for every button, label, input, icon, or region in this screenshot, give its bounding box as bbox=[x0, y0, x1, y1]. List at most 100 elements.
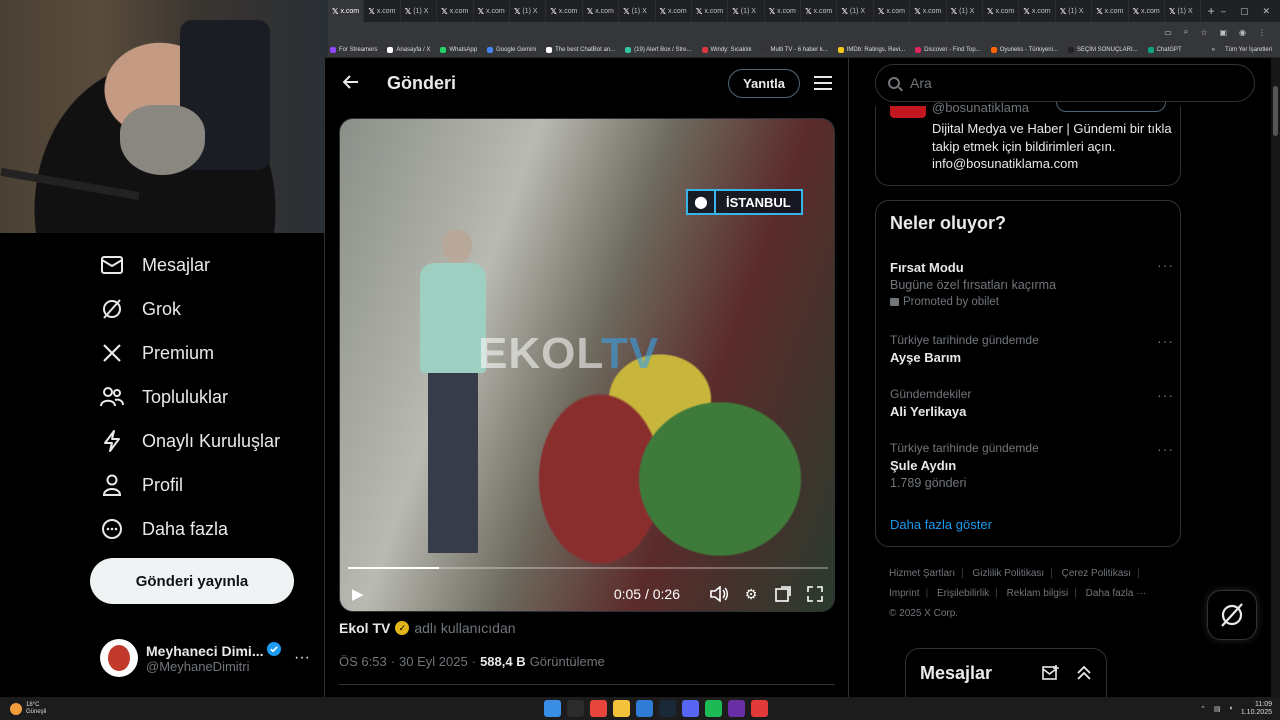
browser-tab[interactable]: 𝕏 (1) X bbox=[510, 0, 547, 22]
nav-item-communities[interactable]: Topluluklar bbox=[100, 385, 228, 409]
browser-tab[interactable]: 𝕏x.com bbox=[364, 0, 401, 22]
bookmark-item[interactable]: Google Gemini bbox=[487, 46, 536, 53]
chrome-icon[interactable] bbox=[590, 700, 607, 717]
bookmark-item[interactable]: SEÇİM SONUÇLARI... bbox=[1067, 46, 1138, 53]
follow-button[interactable] bbox=[1056, 102, 1166, 112]
browser-tab[interactable]: 𝕏 (1) X bbox=[947, 0, 984, 22]
browser-tab[interactable]: 𝕏x.com bbox=[765, 0, 802, 22]
fullscreen-icon[interactable] bbox=[806, 585, 824, 603]
footer-link[interactable]: Imprint bbox=[889, 588, 920, 599]
all-bookmarks-folder[interactable]: Tüm Yer İşaretleri bbox=[1225, 47, 1272, 53]
bookmark-item[interactable]: (19) Alert Box / Stre... bbox=[625, 46, 692, 53]
volume-tray-icon[interactable]: ◖ bbox=[1229, 705, 1233, 712]
browser-tab[interactable]: 𝕏x.com bbox=[1092, 0, 1129, 22]
browser-tab[interactable]: 𝕏 (1) X bbox=[619, 0, 656, 22]
browser-tab[interactable]: 𝕏x.com bbox=[1129, 0, 1165, 22]
browser-tab[interactable]: 𝕏x.com bbox=[874, 0, 911, 22]
app-icon-3[interactable] bbox=[751, 700, 768, 717]
browser-tab[interactable]: 𝕏x.com bbox=[692, 0, 729, 22]
file-explorer-icon[interactable] bbox=[613, 700, 630, 717]
trend-more-icon[interactable]: ··· bbox=[1157, 441, 1174, 457]
back-arrow-icon[interactable] bbox=[342, 73, 373, 94]
browser-tab[interactable]: 𝕏x.com bbox=[983, 0, 1020, 22]
messages-drawer[interactable]: Mesajlar bbox=[905, 648, 1107, 697]
nav-item-grok[interactable]: Grok bbox=[100, 297, 181, 321]
new-message-icon[interactable] bbox=[1042, 664, 1060, 683]
minimize-icon[interactable]: – bbox=[1221, 6, 1226, 17]
nav-item-messages[interactable]: Mesajlar bbox=[100, 253, 210, 277]
nav-item-profile[interactable]: Profil bbox=[100, 473, 183, 497]
browser-tab[interactable]: 𝕏x.com bbox=[910, 0, 947, 22]
bookmark-star-icon[interactable]: ☆ bbox=[1200, 28, 1207, 37]
bookmark-item[interactable]: Windy: Sıcaklık bbox=[701, 46, 752, 53]
browser-tab[interactable]: 𝕏 (1) X bbox=[1056, 0, 1093, 22]
browser-tab[interactable]: 𝕏x.com bbox=[801, 0, 838, 22]
browser-tab[interactable]: 𝕏x.com bbox=[474, 0, 510, 22]
footer-link[interactable]: Gizlilik Politikası bbox=[973, 568, 1045, 579]
post-button[interactable]: Gönderi yayınla bbox=[90, 558, 294, 604]
system-clock[interactable]: 11:09 1.10.2025 bbox=[1241, 701, 1272, 717]
search-icon[interactable] bbox=[567, 700, 584, 717]
trend-item[interactable]: Gündemdekiler Ali Yerlikaya ··· bbox=[890, 387, 1173, 419]
trend-more-icon[interactable]: ··· bbox=[1157, 387, 1174, 403]
browser-tab[interactable]: 𝕏x.com bbox=[437, 0, 474, 22]
source-account-link[interactable]: Ekol TV bbox=[339, 620, 390, 636]
page-scrollbar[interactable] bbox=[1271, 58, 1280, 697]
browser-tab[interactable]: 𝕏 (1) X bbox=[401, 0, 438, 22]
video-progress-bar[interactable] bbox=[348, 567, 828, 569]
picture-in-picture-icon[interactable] bbox=[774, 585, 792, 603]
browser-tab[interactable]: 𝕏 (1) X bbox=[1165, 0, 1202, 22]
bookmark-item[interactable]: ChatGPT bbox=[1147, 46, 1182, 53]
footer-link[interactable]: Erişilebilirlik bbox=[937, 588, 989, 599]
new-tab-button[interactable]: + bbox=[1201, 4, 1221, 18]
weather-widget[interactable]: 18°C Güneşli bbox=[0, 702, 46, 716]
bookmark-item[interactable]: Discover - Find Top... bbox=[915, 46, 981, 53]
bookmark-item[interactable]: Oyuneks - Türkiyeni... bbox=[990, 46, 1058, 53]
nav-item-more[interactable]: Daha fazla bbox=[100, 517, 228, 541]
cast-icon[interactable]: ▭ bbox=[1164, 28, 1172, 37]
browser-tab[interactable]: 𝕏x.com bbox=[546, 0, 583, 22]
post-time[interactable]: ÖS 6:53 bbox=[339, 654, 387, 669]
bookmark-item[interactable]: IMDb: Ratings, Revi... bbox=[837, 46, 905, 53]
browser-tab[interactable]: 𝕏x.com bbox=[583, 0, 620, 22]
browser-tab[interactable]: 𝕏x.com bbox=[1019, 0, 1056, 22]
play-icon[interactable]: ▶ bbox=[352, 585, 364, 603]
bookmark-item[interactable]: The best ChatBot an... bbox=[546, 46, 615, 53]
close-icon[interactable]: ✕ bbox=[1263, 6, 1271, 17]
footer-link[interactable]: Daha fazla ··· bbox=[1086, 588, 1147, 599]
show-more-link[interactable]: Daha fazla göster bbox=[890, 517, 992, 532]
footer-link[interactable]: Çerez Politikası bbox=[1062, 568, 1131, 579]
network-icon[interactable]: ▤ bbox=[1214, 705, 1221, 713]
search-input[interactable]: Ara bbox=[875, 64, 1255, 102]
settings-gear-icon[interactable]: ⚙ bbox=[742, 585, 760, 603]
filter-sliders-icon[interactable] bbox=[814, 76, 832, 90]
bookmarks-overflow-icon[interactable]: » bbox=[1212, 47, 1215, 53]
trend-item[interactable]: Fırsat Modu Bugüne özel fırsatları kaçır… bbox=[890, 257, 1173, 308]
trend-item[interactable]: Türkiye tarihinde gündemde Şule Aydın 1.… bbox=[890, 441, 1173, 490]
nav-item-verified-orgs[interactable]: Onaylı Kuruluşlar bbox=[100, 429, 280, 453]
browser-tab[interactable]: 𝕏x.com bbox=[328, 0, 365, 22]
bookmark-item[interactable]: Anasayfa / X bbox=[387, 46, 430, 53]
volume-icon[interactable] bbox=[710, 585, 728, 603]
maximize-icon[interactable]: ▢ bbox=[1240, 6, 1249, 17]
steam-icon[interactable] bbox=[659, 700, 676, 717]
windows-start-icon[interactable] bbox=[544, 700, 561, 717]
nav-item-premium[interactable]: Premium bbox=[100, 341, 214, 365]
profile-icon[interactable]: ◉ bbox=[1239, 28, 1246, 37]
app-icon-2[interactable] bbox=[728, 700, 745, 717]
browser-tab[interactable]: 𝕏 (1) X bbox=[837, 0, 874, 22]
reply-button[interactable]: Yanıtla bbox=[728, 68, 800, 98]
account-switcher[interactable]: Meyhaneci Dimi... @MeyhaneDimitri ··· bbox=[100, 633, 310, 683]
app-icon-1[interactable] bbox=[636, 700, 653, 717]
trend-more-icon[interactable]: ··· bbox=[1157, 257, 1174, 273]
browser-tab[interactable]: 𝕏 (1) X bbox=[728, 0, 765, 22]
video-player[interactable]: ⬤ İSTANBUL EKOLTV ▶ 0:05 / 0:26 ⚙ bbox=[339, 118, 835, 612]
bookmark-item[interactable]: WhatsApp bbox=[440, 46, 477, 53]
scrollbar-thumb[interactable] bbox=[1273, 86, 1278, 136]
trend-item[interactable]: Türkiye tarihinde gündemde Ayşe Barım ··… bbox=[890, 333, 1173, 365]
footer-link[interactable]: Hizmet Şartları bbox=[889, 568, 955, 579]
spotify-icon[interactable] bbox=[705, 700, 722, 717]
grok-floating-button[interactable] bbox=[1207, 590, 1257, 640]
post-date[interactable]: 30 Eyl 2025 bbox=[399, 654, 468, 669]
expand-chevrons-icon[interactable] bbox=[1076, 664, 1092, 683]
